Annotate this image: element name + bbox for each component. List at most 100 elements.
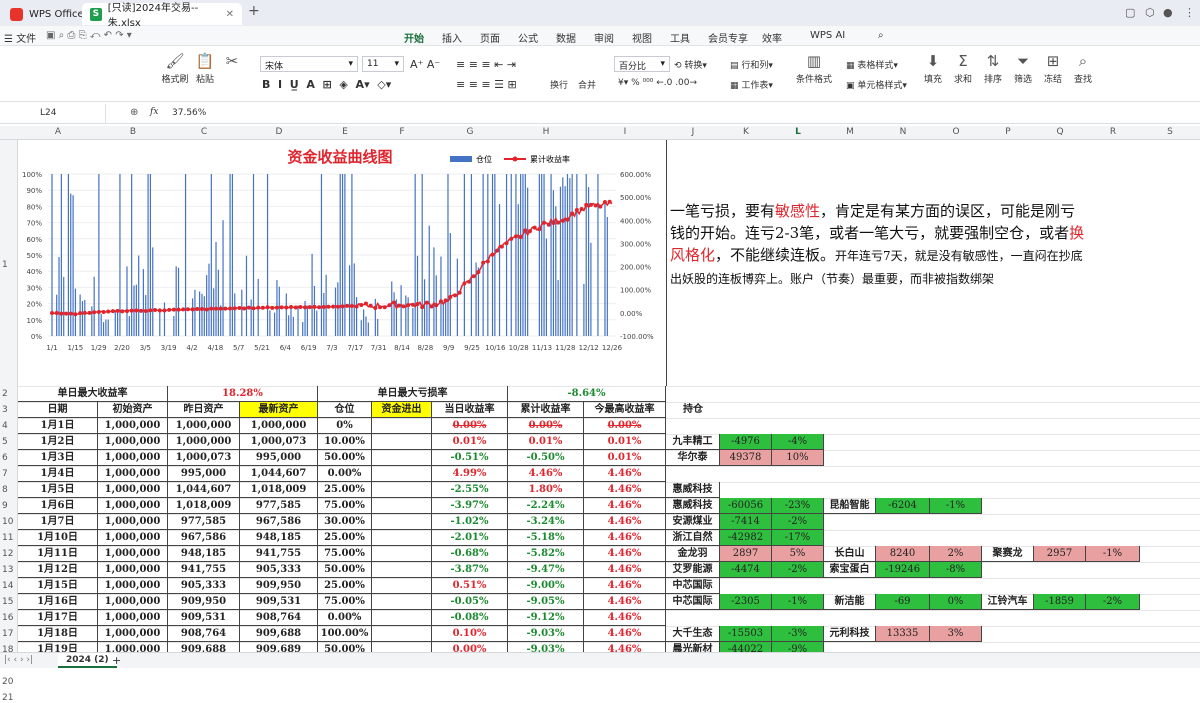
holding-pnl[interactable]: -1859: [1034, 594, 1086, 610]
holding-name[interactable]: 索宝蛋白: [824, 562, 876, 578]
row-header-13[interactable]: 13: [2, 565, 13, 575]
table-cell[interactable]: 1,000,000: [98, 610, 168, 626]
holding-name[interactable]: 九丰精工: [666, 434, 720, 450]
table-cell[interactable]: 4.46%: [584, 610, 666, 626]
table-cell[interactable]: 0.00%: [432, 418, 508, 434]
table-cell[interactable]: -0.51%: [432, 450, 508, 466]
holding-name[interactable]: 华尔泰: [666, 450, 720, 466]
tab-tools[interactable]: 工具: [670, 30, 690, 45]
table-cell[interactable]: 1,000,000: [98, 626, 168, 642]
holding-name[interactable]: 艾罗能源: [666, 562, 720, 578]
row-header-4[interactable]: 4: [2, 421, 8, 431]
tab-formula[interactable]: 公式: [518, 30, 538, 45]
tab-home[interactable]: 开始: [404, 30, 424, 49]
tab-data[interactable]: 数据: [556, 30, 576, 45]
table-cell[interactable]: 0.51%: [432, 578, 508, 594]
header-0[interactable]: 日期: [18, 402, 98, 418]
table-cell[interactable]: [372, 482, 432, 498]
column-header-Q[interactable]: Q: [1056, 127, 1063, 137]
header-8[interactable]: 今最高收益率: [584, 402, 666, 418]
paste-button[interactable]: 📋 粘贴: [192, 52, 218, 85]
table-cell[interactable]: 1月15日: [18, 578, 98, 594]
table-cell[interactable]: 1,000,000: [98, 562, 168, 578]
table-cell[interactable]: 0.01%: [432, 434, 508, 450]
table-cell[interactable]: [372, 434, 432, 450]
column-header-F[interactable]: F: [399, 127, 404, 137]
holding-name[interactable]: 中芯国际: [666, 578, 720, 594]
table-cell[interactable]: 0.00%: [318, 610, 372, 626]
header-6[interactable]: 当日收益率: [432, 402, 508, 418]
table-cell[interactable]: 1月1日: [18, 418, 98, 434]
row-header-2[interactable]: 2: [2, 389, 8, 399]
row-header-5[interactable]: 5: [2, 437, 8, 447]
fill-button[interactable]: ⬇ 填充: [920, 52, 946, 85]
align-buttons[interactable]: ≡ ≡ ≡ ⇤ ⇥: [456, 58, 516, 71]
row-header-20[interactable]: 20: [2, 677, 13, 687]
holding-pct[interactable]: -2%: [772, 514, 824, 530]
row-header-10[interactable]: 10: [2, 517, 13, 527]
wrap-button[interactable]: 换行: [550, 78, 568, 91]
table-cell[interactable]: 10.00%: [318, 434, 372, 450]
holding-pnl[interactable]: -2305: [720, 594, 772, 610]
table-cell[interactable]: 908,764: [168, 626, 240, 642]
table-cell[interactable]: 25.00%: [318, 530, 372, 546]
table-cell[interactable]: 948,185: [240, 530, 318, 546]
table-cell[interactable]: 977,585: [168, 514, 240, 530]
document-tab[interactable]: S [只读]2024年交易--朱.xlsx ✕: [82, 3, 242, 29]
holding-name[interactable]: 大千生态: [666, 626, 720, 642]
table-cell[interactable]: 4.46%: [584, 482, 666, 498]
column-header-N[interactable]: N: [900, 127, 907, 137]
table-cell[interactable]: -0.50%: [508, 450, 584, 466]
table-cell[interactable]: [372, 466, 432, 482]
table-cell[interactable]: 4.46%: [584, 498, 666, 514]
table-cell[interactable]: 4.99%: [432, 466, 508, 482]
table-cell[interactable]: 4.46%: [584, 578, 666, 594]
column-header-O[interactable]: O: [952, 127, 959, 137]
row-header-6[interactable]: 6: [2, 453, 8, 463]
table-cell[interactable]: -9.03%: [508, 642, 584, 652]
table-cell[interactable]: 995,000: [240, 450, 318, 466]
max-loss-value[interactable]: -8.64%: [508, 386, 666, 402]
table-cell[interactable]: -9.12%: [508, 610, 584, 626]
cond-format-button[interactable]: ▥ 条件格式: [794, 52, 834, 85]
table-cell[interactable]: -1.02%: [432, 514, 508, 530]
table-cell[interactable]: 909,688: [168, 642, 240, 652]
table-cell[interactable]: 1月19日: [18, 642, 98, 652]
table-cell[interactable]: 948,185: [168, 546, 240, 562]
holding-name[interactable]: 元利科技: [824, 626, 876, 642]
table-cell[interactable]: -2.55%: [432, 482, 508, 498]
holding-name[interactable]: 惠威科技: [666, 482, 720, 498]
table-cell[interactable]: 905,333: [168, 578, 240, 594]
holding-pct[interactable]: 5%: [772, 546, 824, 562]
holding-pnl[interactable]: -19246: [876, 562, 930, 578]
table-cell[interactable]: 909,689: [240, 642, 318, 652]
table-cell[interactable]: 100.00%: [318, 626, 372, 642]
table-cell[interactable]: -5.18%: [508, 530, 584, 546]
table-cell[interactable]: 50.00%: [318, 642, 372, 652]
table-cell[interactable]: 0.00%: [584, 418, 666, 434]
table-cell[interactable]: -0.68%: [432, 546, 508, 562]
table-cell[interactable]: 1月5日: [18, 482, 98, 498]
table-cell[interactable]: 4.46%: [584, 594, 666, 610]
table-cell[interactable]: 909,688: [240, 626, 318, 642]
table-cell[interactable]: 1,000,000: [98, 498, 168, 514]
table-cell[interactable]: -0.05%: [432, 594, 508, 610]
table-cell[interactable]: 1,000,000: [98, 482, 168, 498]
font-size-select[interactable]: 11 ▾: [362, 56, 404, 72]
sort-button[interactable]: ⇅ 排序: [980, 52, 1006, 85]
format-painter-button[interactable]: 🖌 格式刷: [160, 52, 190, 85]
table-cell[interactable]: -3.24%: [508, 514, 584, 530]
font-grow-icon[interactable]: A⁺ A⁻: [410, 58, 440, 71]
column-header-G[interactable]: G: [467, 127, 474, 137]
column-header-H[interactable]: H: [543, 127, 550, 137]
yield-chart[interactable]: 资金收益曲线图 仓位 累计收益率 100% 90% 80% 70% 60% 50% 40% 3…: [18, 142, 666, 380]
table-cell[interactable]: 1,000,000: [168, 418, 240, 434]
table-cell[interactable]: [372, 418, 432, 434]
table-cell[interactable]: 1,000,000: [98, 514, 168, 530]
table-cell[interactable]: 1月17日: [18, 610, 98, 626]
column-header-A[interactable]: A: [55, 127, 61, 137]
holding-name[interactable]: 晨光新材: [666, 642, 720, 652]
table-cell[interactable]: 908,764: [240, 610, 318, 626]
table-cell[interactable]: 1,018,009: [168, 498, 240, 514]
holding-name[interactable]: 江铃汽车: [982, 594, 1034, 610]
